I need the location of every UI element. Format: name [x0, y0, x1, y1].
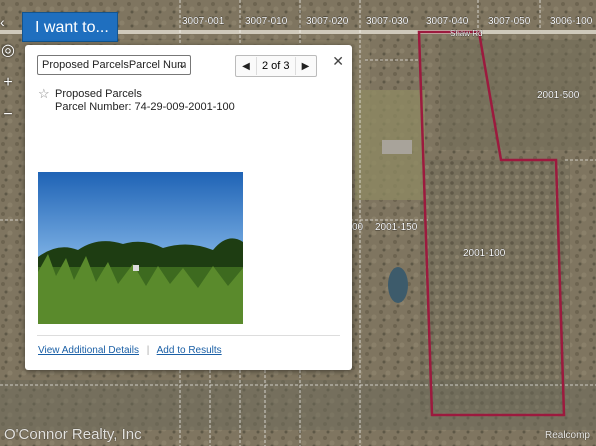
zoom-in-icon[interactable]: +: [0, 72, 16, 94]
parcel-label-2001-150: 2001-150: [375, 222, 418, 233]
chevron-down-icon: ⌄: [177, 59, 187, 71]
pager-count: 2 of 3: [256, 57, 296, 75]
parcel-label: 3007-050: [488, 16, 531, 27]
layer-select[interactable]: Proposed ParcelsParcel Num ⌄: [37, 55, 191, 75]
locate-icon[interactable]: ◎: [0, 40, 16, 62]
chevron-left-icon[interactable]: ‹: [0, 14, 5, 30]
close-icon[interactable]: ✕: [332, 53, 344, 70]
i-want-to-button[interactable]: I want to...: [22, 12, 118, 42]
parcel-photo: [38, 172, 243, 324]
watermark-right: Realcomp: [544, 430, 590, 441]
parcel-label: 3007-001: [182, 16, 225, 27]
watermark-left: O'Connor Realty, Inc: [4, 426, 142, 443]
parcel-label: 3007-040: [426, 16, 469, 27]
view-additional-details-link[interactable]: View Additional Details: [38, 345, 139, 356]
road-label: Shaw Rd: [450, 29, 482, 38]
previous-arrow-icon[interactable]: ◀: [236, 61, 256, 72]
add-to-results-link[interactable]: Add to Results: [157, 345, 222, 356]
zoom-out-icon[interactable]: −: [0, 104, 16, 126]
divider: [37, 335, 340, 336]
parcel-label: 3007-020: [306, 16, 349, 27]
popup-links: View Additional Details | Add to Results: [38, 345, 222, 356]
star-icon[interactable]: ☆: [38, 86, 50, 102]
parcel-label: 3007-030: [366, 16, 409, 27]
parcel-label-2001-100: 2001-100: [463, 248, 506, 259]
layer-select-value: Proposed ParcelsParcel Num: [42, 59, 187, 71]
parcel-label: 3007-010: [245, 16, 288, 27]
link-separator: |: [146, 345, 150, 356]
parcel-label-partial: 00: [352, 222, 364, 233]
result-pager: ◀ 2 of 3 ▶: [235, 55, 317, 77]
parcel-label-2001-500: 2001-500: [537, 90, 580, 101]
parcel-popup: Proposed ParcelsParcel Num ⌄ ◀ 2 of 3 ▶ …: [25, 45, 352, 370]
next-arrow-icon[interactable]: ▶: [296, 61, 316, 72]
map-toolbar: ◎ + −: [0, 40, 16, 136]
layer-title: Proposed Parcels: [55, 88, 142, 100]
parcel-label: 3006-100: [550, 16, 593, 27]
parcel-number: Parcel Number: 74-29-009-2001-100: [55, 101, 235, 113]
